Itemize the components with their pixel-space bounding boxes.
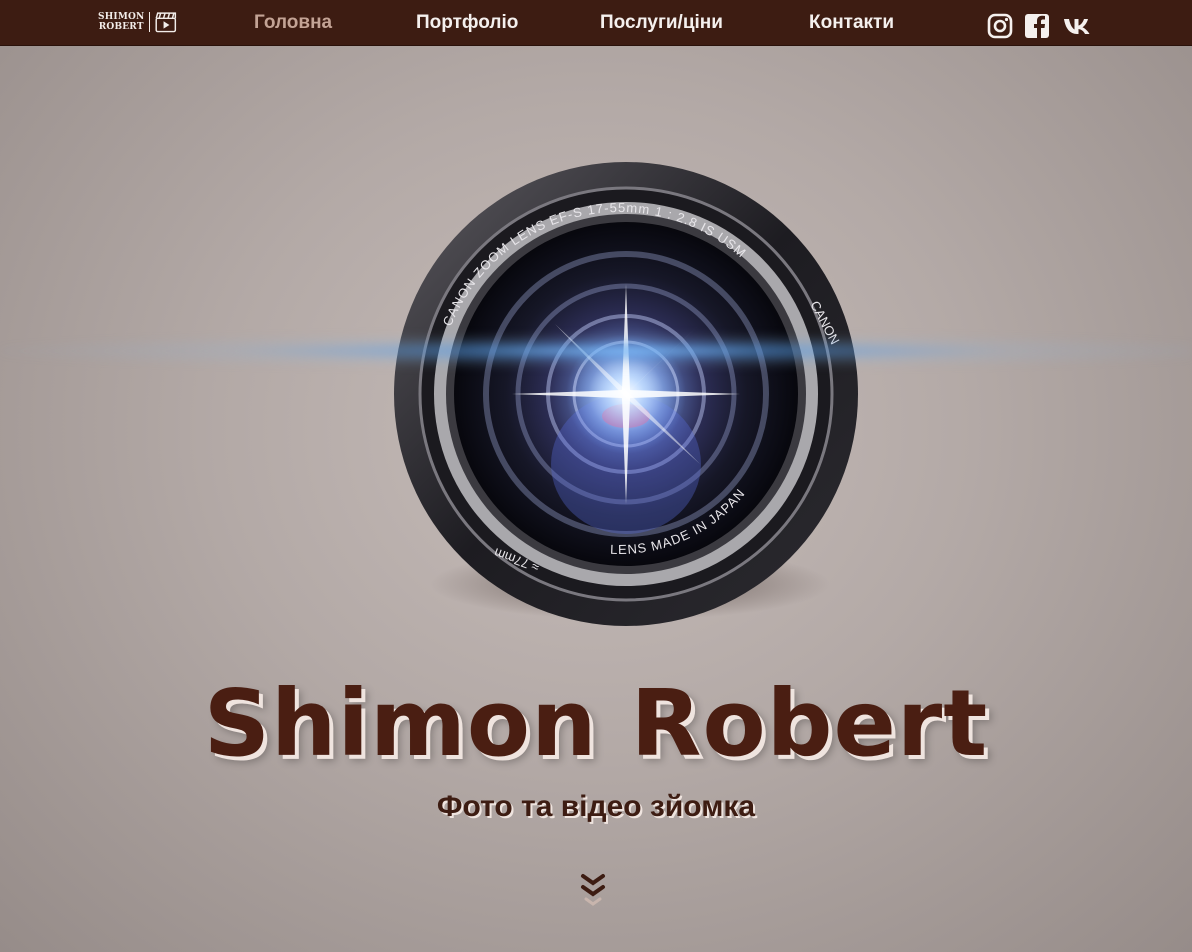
scroll-down-chevron-icon[interactable] [578, 872, 608, 912]
facebook-icon[interactable] [1024, 13, 1050, 39]
instagram-icon[interactable] [987, 13, 1013, 39]
hero-subtitle: Фото та відео зйомка [436, 790, 756, 823]
logo-text: SHIMON ROBERT [98, 12, 151, 32]
nav-home[interactable]: Головна [254, 12, 332, 34]
logo-line-1: SHIMON [98, 12, 145, 22]
hero-lens-image: CANON ZOOM LENS EF-S 17-55mm 1 : 2.8 IS … [0, 46, 1192, 626]
vk-icon[interactable] [1062, 13, 1094, 39]
clapperboard-icon [155, 12, 177, 33]
hero-title: Shimon Robert [203, 670, 989, 777]
site-logo[interactable]: SHIMON ROBERT [98, 4, 178, 40]
logo-line-2: ROBERT [98, 22, 144, 32]
camera-lens-illustration: CANON ZOOM LENS EF-S 17-55mm 1 : 2.8 IS … [394, 162, 858, 626]
top-navbar: SHIMON ROBERT Головна Портфоліо Послуги/… [0, 0, 1192, 46]
nav-contacts[interactable]: Контакти [809, 12, 894, 34]
nav-services-prices[interactable]: Послуги/ціни [600, 12, 723, 34]
light-flare [0, 333, 1192, 369]
nav-portfolio[interactable]: Портфоліо [416, 12, 518, 34]
